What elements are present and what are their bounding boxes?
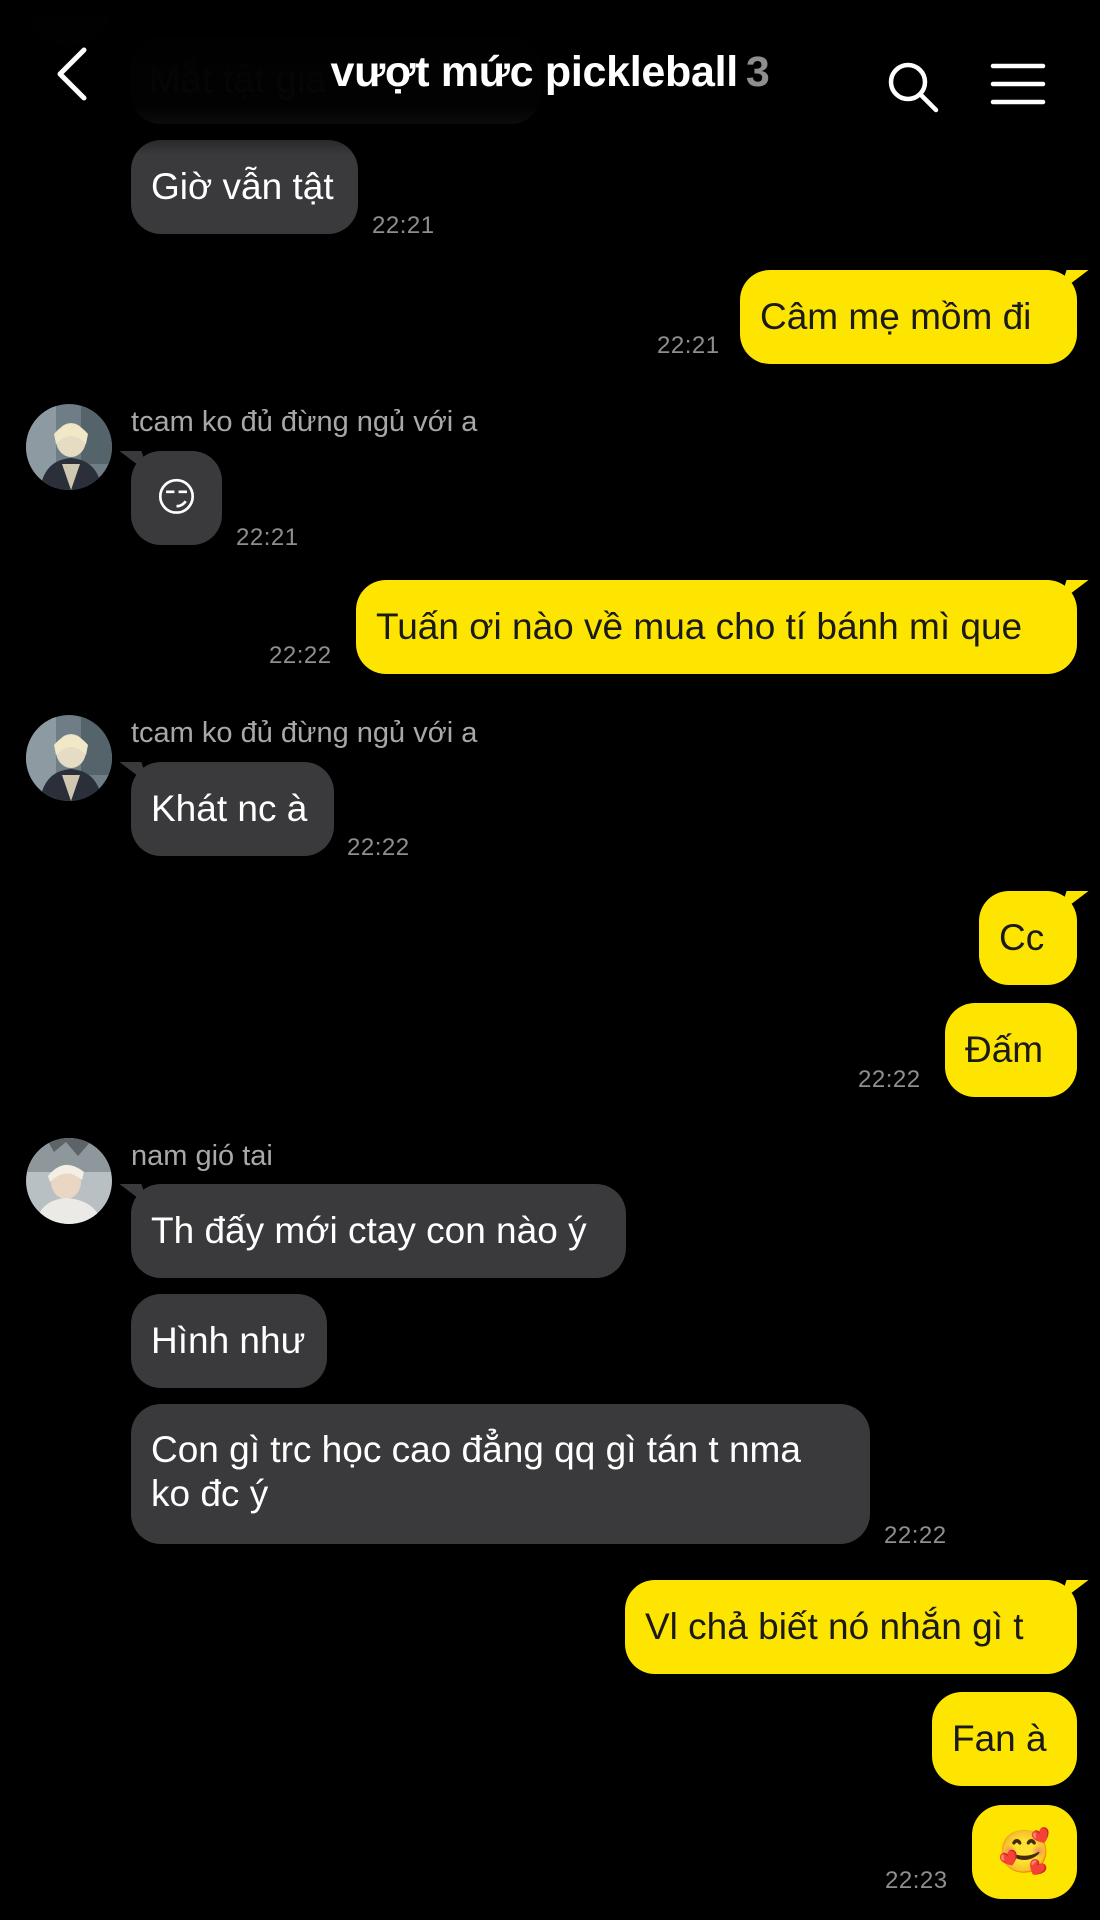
profile-photo-icon bbox=[26, 404, 112, 490]
message-text: Đấm bbox=[965, 1029, 1044, 1070]
message-text: Fan à bbox=[952, 1718, 1047, 1759]
message-text: Giờ vẫn tật bbox=[151, 166, 334, 207]
sender-name: tcam ko đủ đừng ngủ với a bbox=[131, 717, 478, 749]
profile-photo-icon bbox=[26, 1138, 112, 1224]
message-list[interactable]: Giờ vẫn tật 22:21 Câm mẹ mồm đi 22:21 tc… bbox=[0, 0, 1100, 1920]
message-time: 22:21 bbox=[236, 524, 299, 551]
message-time: 22:22 bbox=[347, 834, 410, 861]
message-time: 22:22 bbox=[858, 1066, 921, 1093]
menu-button[interactable] bbox=[990, 60, 1046, 108]
message-bubble[interactable]: Con gì trc học cao đẳng qq gì tán t nma … bbox=[131, 1404, 870, 1544]
message-text: Con gì trc học cao đẳng qq gì tán t nma … bbox=[151, 1429, 801, 1514]
message-bubble[interactable]: Cc bbox=[979, 891, 1077, 985]
message-text: Th đấy mới ctay con nào ý bbox=[151, 1210, 587, 1251]
search-icon bbox=[888, 62, 939, 113]
message-text: 🥰 bbox=[998, 1828, 1051, 1875]
hamburger-menu-icon bbox=[990, 63, 1046, 105]
profile-photo-icon bbox=[26, 715, 112, 801]
avatar[interactable] bbox=[26, 1138, 112, 1224]
message-bubble[interactable]: 😏 bbox=[131, 451, 222, 545]
message-text: Tuấn ơi nào về mua cho tí bánh mì que bbox=[376, 606, 1023, 647]
message-bubble[interactable]: Vl chả biết nó nhắn gì t bbox=[625, 1580, 1077, 1674]
message-text: Cc bbox=[999, 917, 1045, 958]
message-text: 😏 bbox=[155, 476, 198, 520]
group-name: vượt mức pickleball bbox=[330, 48, 738, 96]
message-bubble[interactable]: Khát nc à bbox=[131, 762, 334, 856]
message-bubble[interactable]: 🥰 bbox=[972, 1805, 1077, 1899]
message-bubble[interactable]: Hình như bbox=[131, 1294, 327, 1388]
avatar[interactable] bbox=[26, 715, 112, 801]
member-count: 3 bbox=[745, 48, 770, 96]
message-bubble[interactable]: Câm mẹ mồm đi bbox=[740, 270, 1077, 364]
message-time: 22:21 bbox=[657, 332, 720, 359]
message-time: 22:22 bbox=[884, 1522, 947, 1549]
avatar[interactable] bbox=[26, 404, 112, 490]
sender-name: tcam ko đủ đừng ngủ với a bbox=[131, 406, 478, 438]
search-button[interactable] bbox=[884, 58, 942, 116]
message-bubble[interactable]: Th đấy mới ctay con nào ý bbox=[131, 1184, 626, 1278]
message-text: Hình như bbox=[151, 1320, 306, 1361]
message-bubble[interactable]: Fan à bbox=[932, 1692, 1077, 1786]
message-text: Khát nc à bbox=[151, 788, 308, 829]
message-text: Vl chả biết nó nhắn gì t bbox=[645, 1606, 1024, 1647]
message-time: 22:23 bbox=[885, 1867, 948, 1894]
message-bubble[interactable]: Đấm bbox=[945, 1003, 1077, 1097]
message-bubble[interactable]: Tuấn ơi nào về mua cho tí bánh mì que bbox=[356, 580, 1077, 674]
sender-name: nam gió tai bbox=[131, 1140, 273, 1172]
message-text: Câm mẹ mồm đi bbox=[760, 296, 1032, 337]
message-time: 22:21 bbox=[372, 212, 435, 239]
message-time: 22:22 bbox=[269, 642, 332, 669]
